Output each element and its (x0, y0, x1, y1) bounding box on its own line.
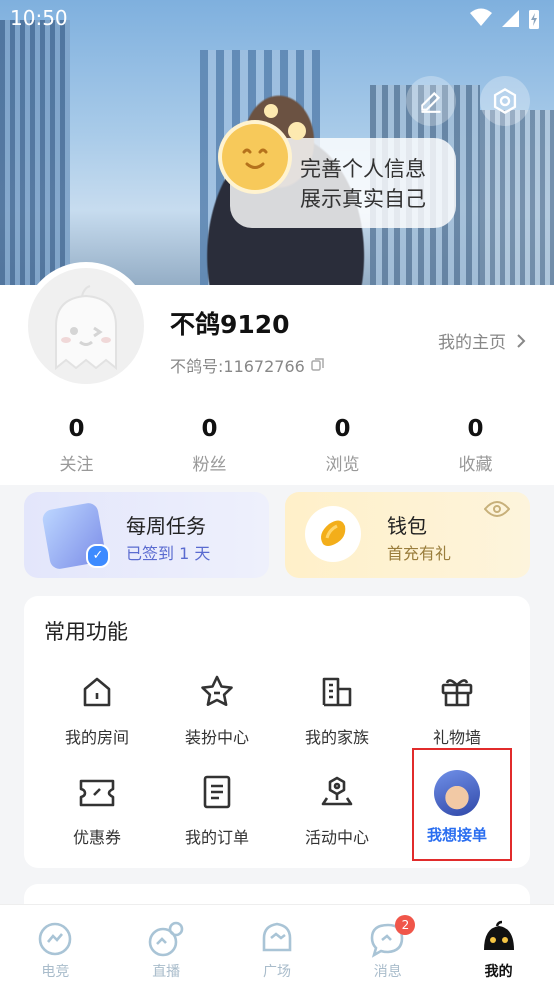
building-image (480, 110, 554, 300)
house-icon (83, 677, 111, 707)
stat-label: 浏览 (325, 455, 360, 475)
gear-icon (493, 87, 517, 115)
bubble-dot (264, 104, 278, 118)
gift-wall-button[interactable]: 礼物墙 (397, 674, 517, 748)
func-label: 优惠券 (72, 828, 121, 847)
my-orders-button[interactable]: 我的订单 (157, 774, 277, 848)
settings-button[interactable] (480, 76, 530, 126)
tab-label: 消息 (373, 964, 402, 980)
bubble-text-line2: 展示真实自己 (300, 187, 426, 211)
stats-row: 0 关注 0 粉丝 0 浏览 0 收藏 (0, 412, 554, 475)
func-label: 活动中心 (304, 828, 369, 847)
homepage-link-label: 我的主页 (438, 333, 506, 353)
stat-value: 0 (467, 416, 484, 442)
esports-icon (39, 922, 72, 956)
signal-icon (502, 10, 519, 27)
func-label: 我的家族 (304, 728, 369, 747)
star-icon (201, 675, 233, 706)
func-label: 我的订单 (184, 828, 249, 847)
func-label: 礼物墙 (432, 728, 481, 747)
dress-up-center-button[interactable]: 装扮中心 (157, 674, 277, 748)
weekly-task-card[interactable]: ✓ 每周任务 已签到 1 天 (24, 492, 269, 578)
weekly-task-title: 每周任务 (126, 514, 206, 538)
stat-fans[interactable]: 0 粉丝 (143, 412, 276, 475)
activity-center-button[interactable]: 活动中心 (277, 774, 397, 848)
func-label: 装扮中心 (184, 728, 249, 747)
stat-label: 关注 (59, 455, 94, 475)
tab-square[interactable]: 广场 (222, 905, 333, 986)
stat-label: 粉丝 (192, 455, 227, 475)
tab-label: 我的 (484, 964, 513, 980)
check-icon: ✓ (86, 544, 110, 568)
bottom-navigation: 电竞 直播 广场 2 消息 我的 (0, 904, 554, 986)
username: 不鸽9120 (170, 310, 290, 339)
status-bar: 10:50 (0, 0, 554, 36)
document-icon (203, 775, 231, 809)
stat-favorites[interactable]: 0 收藏 (409, 412, 542, 475)
my-homepage-link[interactable]: 我的主页 (438, 328, 526, 353)
copy-icon[interactable] (311, 358, 325, 372)
gift-icon (441, 679, 473, 707)
stat-value: 0 (201, 416, 218, 442)
building-icon (322, 677, 352, 707)
tab-label: 广场 (262, 964, 291, 980)
my-family-button[interactable]: 我的家族 (277, 674, 397, 748)
smiley-icon (222, 124, 288, 190)
bubble-text-line1: 完善个人信息 (300, 157, 426, 181)
stat-value: 0 (334, 416, 351, 442)
tab-label: 直播 (152, 964, 181, 980)
tab-mine[interactable]: 我的 (443, 905, 554, 986)
bean-coin-icon (305, 506, 361, 562)
chevron-right-icon (517, 333, 526, 348)
ticket-icon (79, 779, 115, 807)
func-label: 我的房间 (64, 728, 129, 747)
battery-icon (529, 10, 539, 29)
ghost-avatar-icon (55, 285, 117, 371)
my-room-button[interactable]: 我的房间 (37, 674, 157, 748)
avatar[interactable] (22, 262, 150, 390)
tab-label: 电竞 (41, 964, 70, 980)
weekly-task-subtitle: 已签到 1 天 (126, 544, 211, 563)
coupon-button[interactable]: 优惠券 (37, 774, 157, 848)
wallet-card[interactable]: 钱包 首充有礼 (285, 492, 530, 578)
square-icon (262, 922, 292, 952)
wallet-title: 钱包 (387, 514, 427, 538)
pencil-icon (421, 91, 441, 113)
status-time: 10:50 (10, 6, 68, 30)
user-id: 不鸽号:11672766 (170, 357, 305, 376)
live-icon (148, 921, 184, 957)
edit-profile-button[interactable] (406, 76, 456, 126)
building-image (0, 20, 70, 300)
highlight-box (412, 748, 512, 861)
location-icon (321, 776, 353, 806)
stat-label: 收藏 (458, 455, 493, 475)
tab-messages[interactable]: 2 消息 (332, 905, 443, 986)
section-title: 常用功能 (44, 620, 128, 644)
wallet-subtitle: 首充有礼 (387, 544, 452, 563)
stat-following[interactable]: 0 关注 (10, 412, 143, 475)
bubble-dot (288, 122, 306, 140)
tab-live[interactable]: 直播 (111, 905, 222, 986)
wifi-icon (470, 8, 492, 26)
stat-views[interactable]: 0 浏览 (276, 412, 409, 475)
profile-banner: 完善个人信息 展示真实自己 (0, 0, 554, 300)
mine-icon (483, 920, 514, 950)
tab-esports[interactable]: 电竞 (0, 905, 111, 986)
stat-value: 0 (68, 416, 85, 442)
eye-icon[interactable] (484, 500, 510, 518)
